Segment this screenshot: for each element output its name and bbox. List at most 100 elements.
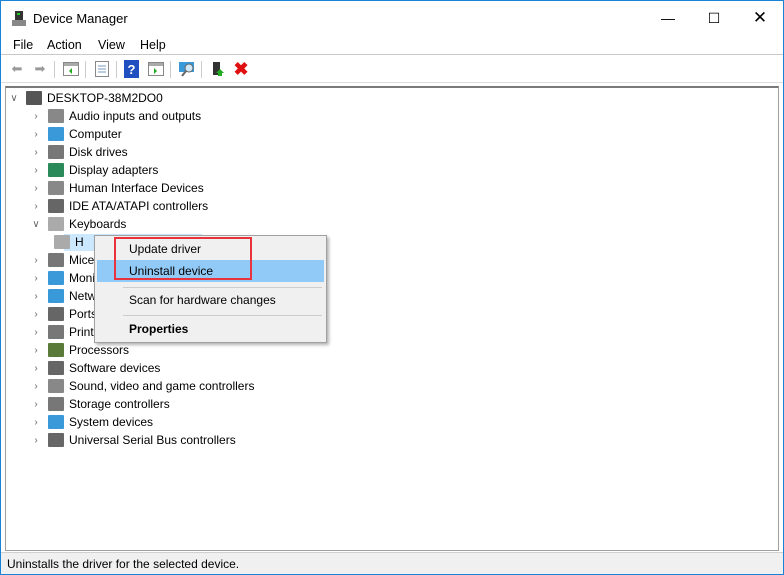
update-driver-icon[interactable] [209,60,227,78]
menu-action[interactable]: Action [47,38,82,52]
tree-item[interactable]: › Software devices [30,359,160,377]
expand-chevron-icon[interactable]: › [30,435,42,446]
expand-chevron-icon[interactable]: › [30,273,42,284]
expand-chevron-icon[interactable]: › [30,147,42,158]
device-manager-icon [12,11,26,26]
window-title: Device Manager [33,11,128,26]
back-icon[interactable]: ⬅ [8,60,26,78]
expand-chevron-icon[interactable]: › [30,255,42,266]
expand-chevron-icon[interactable]: › [30,399,42,410]
tree-item[interactable]: › Display adapters [30,161,158,179]
tree-item[interactable]: › Ports [30,305,97,323]
expand-chevron-icon[interactable]: › [30,165,42,176]
menu-bar: File Action View Help [1,35,783,55]
tree-item-label: Software devices [69,361,161,375]
toolbar-separator [170,61,171,78]
tree-item[interactable]: › Netw [30,287,96,305]
tree-item[interactable]: › Print [30,323,94,341]
tree-item[interactable]: › IDE ATA/ATAPI controllers [30,197,208,215]
expand-chevron-icon[interactable]: › [30,129,42,140]
scan-hardware-icon[interactable] [178,60,196,78]
collapse-chevron-icon[interactable]: ∨ [30,219,42,230]
expand-chevron-icon[interactable]: › [30,345,42,356]
display-icon [48,163,64,177]
status-text: Uninstalls the driver for the selected d… [7,557,240,571]
tree-item-label: H [75,235,84,249]
monitor-icon [48,127,64,141]
menu-help[interactable]: Help [140,38,166,52]
tree-item-label: Moni [69,271,96,285]
tree-root[interactable]: ∨ DESKTOP-38M2DO0 [8,89,163,107]
speaker-icon [48,109,64,123]
expand-chevron-icon[interactable]: › [30,111,42,122]
expand-chevron-icon[interactable]: › [30,309,42,320]
keyboard-icon [54,235,70,249]
toolbar-separator [116,61,117,78]
expand-chevron-icon[interactable]: › [30,381,42,392]
disk-icon [48,145,64,159]
storage-icon [48,397,64,411]
hid-icon [48,181,64,195]
port-icon [48,307,64,321]
menu-separator [123,315,322,316]
tree-item[interactable]: › Moni [30,269,95,287]
properties-menu-item[interactable]: Properties [129,322,188,336]
tree-item-label: System devices [69,415,154,429]
tree-item[interactable]: › Processors [30,341,129,359]
close-button[interactable]: ✕ [737,1,783,35]
tree-item-label: Universal Serial Bus controllers [69,433,236,447]
tree-item[interactable]: › System devices [30,413,153,431]
maximize-button[interactable]: ☐ [691,1,737,35]
tree-item-label: Computer [69,127,122,141]
tree-item-child[interactable]: H [48,233,84,251]
minimize-button[interactable]: — [645,1,691,35]
expand-chevron-icon[interactable]: › [30,417,42,428]
expand-chevron-icon[interactable]: › [30,201,42,212]
toolbar-separator [201,61,202,78]
tree-item-label: Ports [69,307,98,321]
title-bar: Device Manager — ☐ ✕ [1,1,783,35]
computer-icon [26,91,42,105]
expand-chevron-icon[interactable]: › [30,291,42,302]
help-icon[interactable]: ? [124,60,139,78]
usb-icon [48,433,64,447]
tree-item[interactable]: ∨ Keyboards [30,215,126,233]
tree-item[interactable]: › Sound, video and game controllers [30,377,254,395]
tree-item-label: Display adapters [69,163,159,177]
tree-item[interactable]: › Storage controllers [30,395,170,413]
keyboard-icon [48,217,64,231]
menu-separator [123,287,322,288]
tree-item[interactable]: › Human Interface Devices [30,179,204,197]
tree-item[interactable]: › Computer [30,125,122,143]
system-icon [48,415,64,429]
status-bar: Uninstalls the driver for the selected d… [1,552,783,574]
tree-item[interactable]: › Disk drives [30,143,128,161]
properties-icon[interactable] [93,60,111,78]
tree-item-label: Mice [69,253,95,267]
tree-item[interactable]: › Universal Serial Bus controllers [30,431,236,449]
expand-chevron-icon[interactable]: › [30,183,42,194]
tree-item-label: DESKTOP-38M2DO0 [47,91,163,105]
toolbar: ⬅ ➡ ? ✖ [1,56,783,83]
expand-chevron-icon[interactable]: › [30,363,42,374]
software-icon [48,361,64,375]
menu-view[interactable]: View [98,38,125,52]
tree-item-label: Print [69,325,94,339]
toolbar-separator [54,61,55,78]
collapse-chevron-icon[interactable]: ∨ [8,93,20,104]
expand-chevron-icon[interactable]: › [30,327,42,338]
network-icon [48,289,64,303]
toolbar-separator [85,61,86,78]
show-hide-console-tree-icon[interactable] [62,60,80,78]
menu-file[interactable]: File [13,38,33,52]
uninstall-icon[interactable]: ✖ [232,59,250,79]
action-pane-icon[interactable] [147,60,165,78]
tree-item-label: Netw [69,289,97,303]
tree-item[interactable]: › Audio inputs and outputs [30,107,201,125]
scan-hardware-menu-item[interactable]: Scan for hardware changes [129,293,276,307]
cpu-icon [48,343,64,357]
forward-icon[interactable]: ➡ [31,60,49,78]
tree-item-label: Human Interface Devices [69,181,204,195]
tree-item-label: Keyboards [69,217,127,231]
tree-item[interactable]: › Mice [30,251,94,269]
